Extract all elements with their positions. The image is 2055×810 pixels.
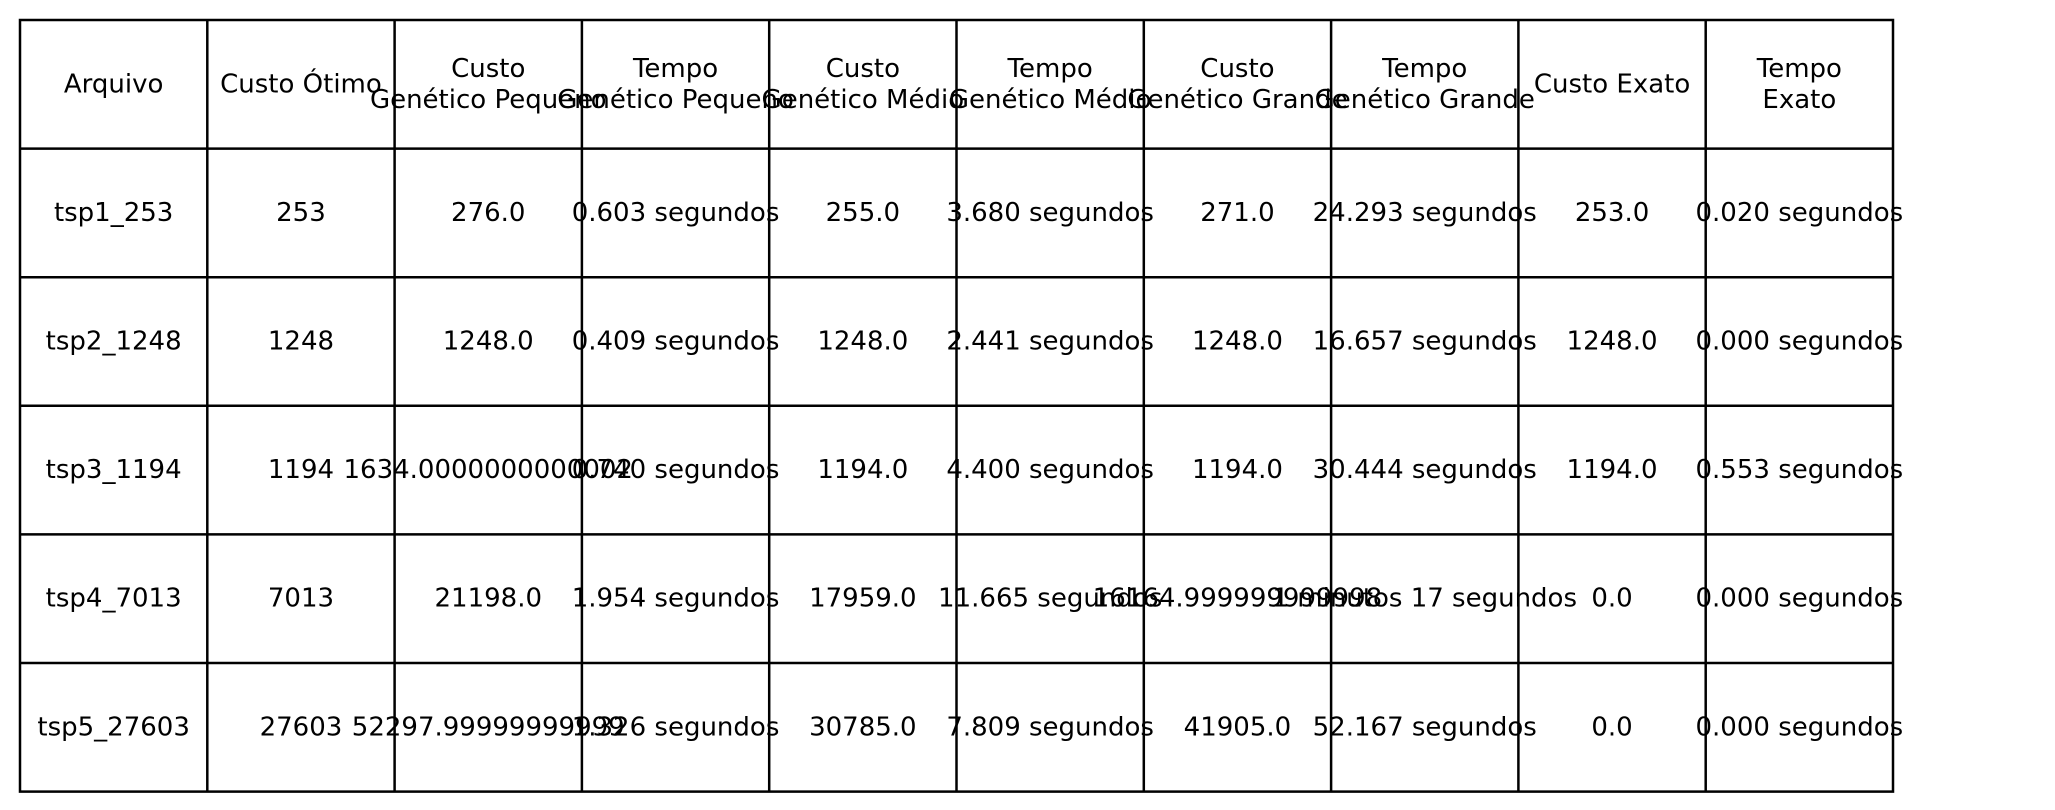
header-cell-line: Custo Exato <box>1534 69 1690 99</box>
header-cell-line: Tempo <box>1756 54 1842 84</box>
header-cell: Arquivo <box>64 69 164 99</box>
header-cell-line: Arquivo <box>64 69 164 99</box>
table-cell: 0.000 segundos <box>1696 712 1904 742</box>
table-cell: 1248.0 <box>1192 327 1283 357</box>
header-cell: Tempo Genético Grande <box>1315 54 1535 115</box>
table-cell: 1194 <box>268 455 334 485</box>
header-cell-line: Genético Grande <box>1315 85 1535 115</box>
table-cell: 16.657 segundos <box>1313 327 1537 357</box>
table-cell: 17959.0 <box>809 584 917 614</box>
header-cell: Tempo Genético Médio <box>949 54 1152 115</box>
table-cell: 3.680 segundos <box>946 198 1154 228</box>
table-cell: tsp5_27603 <box>37 712 190 742</box>
table-cell: tsp3_1194 <box>46 455 182 485</box>
table-cell: 271.0 <box>1200 198 1274 228</box>
header-cell-line: Genético Médio <box>762 85 965 115</box>
table-cell: 253 <box>276 198 326 228</box>
table-cell: 30.444 segundos <box>1313 455 1537 485</box>
table-cell: 1194.0 <box>1192 455 1283 485</box>
table-cell: 7.809 segundos <box>946 712 1154 742</box>
table-cell: 1248.0 <box>1567 327 1658 357</box>
table-cell: 1248 <box>268 327 334 357</box>
header-cell-line: Tempo <box>1007 54 1093 84</box>
table-cell: 1194.0 <box>817 455 908 485</box>
table-cell: 0.740 segundos <box>572 455 780 485</box>
header-cell-line: Tempo <box>1381 54 1467 84</box>
table-cell: 0.553 segundos <box>1696 455 1904 485</box>
table-cell: tsp1_253 <box>54 198 173 228</box>
table-cell: 7013 <box>268 584 334 614</box>
table-cell: 0.409 segundos <box>572 327 780 357</box>
header-cell-line: Exato <box>1762 85 1836 115</box>
header-cell-line: Tempo <box>632 54 718 84</box>
table-cell: 0.020 segundos <box>1696 198 1904 228</box>
table-cell: 30785.0 <box>809 712 917 742</box>
table-cell: 52.167 segundos <box>1313 712 1537 742</box>
header-cell-line: Custo <box>826 54 900 84</box>
table-cell: 0.000 segundos <box>1696 584 1904 614</box>
header-cell-line: Custo <box>451 54 525 84</box>
table-cell: 2.441 segundos <box>946 327 1154 357</box>
table-cell: 276.0 <box>451 198 525 228</box>
table-cell: 1.954 segundos <box>572 584 780 614</box>
table-cell: 1 minutos 17 segundos <box>1272 584 1577 614</box>
table-cell: 0.0 <box>1591 584 1632 614</box>
header-cell-line: Custo Ótimo <box>220 67 382 99</box>
table-cell: 21198.0 <box>434 584 542 614</box>
table-cell: 0.0 <box>1591 712 1632 742</box>
table-cell: 1248.0 <box>443 327 534 357</box>
table-cell: 1.326 segundos <box>572 712 780 742</box>
table-cell: tsp2_1248 <box>46 327 182 357</box>
table-cell: 255.0 <box>826 198 900 228</box>
table-cell: 27603 <box>260 712 343 742</box>
header-cell: Tempo Genético Pequeno <box>557 54 794 115</box>
table-cell: 4.400 segundos <box>946 455 1154 485</box>
table-cell: 1194.0 <box>1567 455 1658 485</box>
table-grid <box>18 18 1895 793</box>
table-text: Arquivo Custo ÓtimoCusto Genético PequenoT… <box>37 54 1904 742</box>
header-cell-line: Genético Médio <box>949 85 1152 115</box>
table-cell: 0.603 segundos <box>572 198 780 228</box>
header-cell-line: Genético Pequeno <box>557 85 794 115</box>
header-cell: Custo Ótimo <box>220 67 382 99</box>
header-cell: Custo Exato <box>1534 69 1690 99</box>
table-cell: tsp4_7013 <box>46 584 182 614</box>
header-cell-line: Custo <box>1200 54 1274 84</box>
table-cell: 24.293 segundos <box>1313 198 1537 228</box>
header-cell: Custo Genético Médio <box>762 54 965 115</box>
table-cell: 0.000 segundos <box>1696 327 1904 357</box>
results-table: Arquivo Custo ÓtimoCusto Genético PequenoT… <box>18 18 1904 793</box>
table-cell: 41905.0 <box>1184 712 1292 742</box>
header-cell: Tempo Exato <box>1756 54 1842 115</box>
table-cell: 1248.0 <box>817 327 908 357</box>
table-cell: 253.0 <box>1575 198 1649 228</box>
